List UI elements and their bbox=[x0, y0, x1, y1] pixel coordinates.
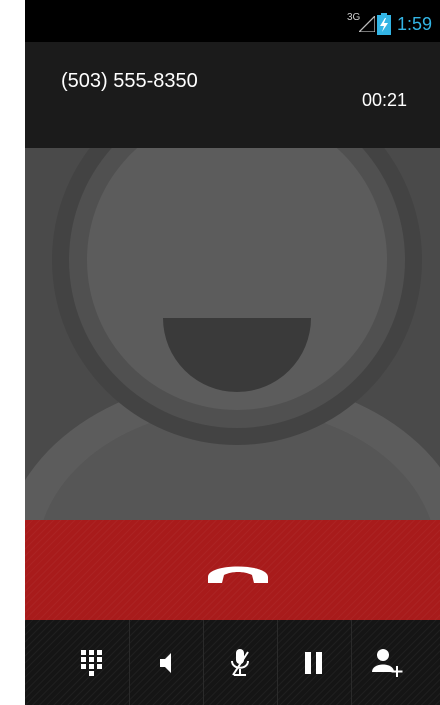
caller-number: (503) 555-8350 bbox=[61, 70, 198, 92]
in-call-controls bbox=[25, 620, 440, 705]
mute-button[interactable] bbox=[203, 620, 277, 705]
add-person-icon bbox=[372, 648, 403, 677]
dialpad-icon bbox=[81, 649, 102, 676]
default-contact-avatar bbox=[25, 148, 440, 520]
end-call-button[interactable] bbox=[25, 520, 440, 620]
hold-button[interactable] bbox=[277, 620, 351, 705]
end-call-bar bbox=[25, 520, 440, 620]
hang-up-icon bbox=[208, 566, 268, 583]
phone-screen: 3G 1:59 (503) 555-8350 00:21 bbox=[25, 0, 440, 705]
status-bar: 3G 1:59 bbox=[25, 0, 440, 42]
status-time: 1:59 bbox=[397, 14, 433, 34]
speaker-icon bbox=[160, 652, 171, 673]
add-call-button[interactable] bbox=[351, 620, 425, 705]
call-header: (503) 555-8350 00:21 bbox=[25, 42, 440, 148]
mic-mute-icon bbox=[231, 648, 249, 676]
signal-icon bbox=[359, 16, 375, 32]
contact-photo bbox=[25, 148, 440, 520]
dialpad-button[interactable] bbox=[55, 620, 129, 705]
battery-charging-icon bbox=[377, 13, 391, 35]
pause-icon bbox=[305, 651, 322, 674]
call-timer: 00:21 bbox=[362, 90, 408, 110]
speaker-button[interactable] bbox=[129, 620, 203, 705]
